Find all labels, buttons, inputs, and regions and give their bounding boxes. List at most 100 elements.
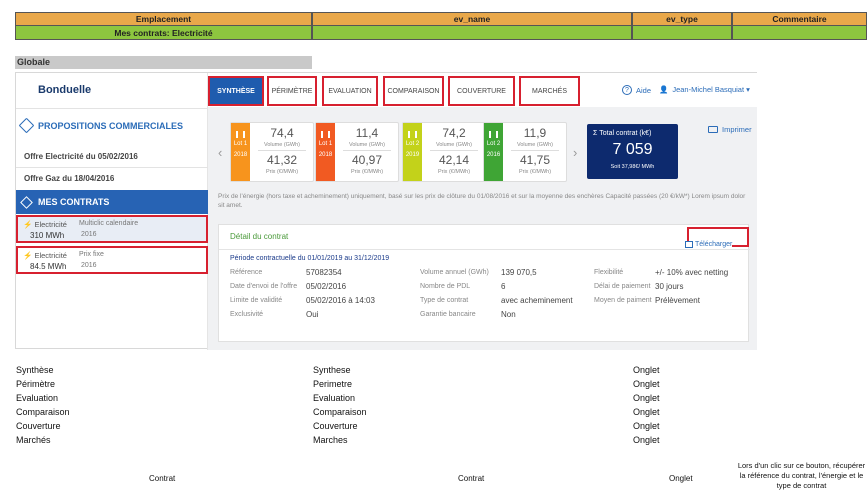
lot-card[interactable]: Lot 1 2018 74,4 Volume (GWh) 41,32 Prix … [230,122,314,182]
lot-price-unit: Prix (€/MWh) [437,169,471,175]
meter-icon [321,131,330,138]
synthese-content: ‹ › Lot 1 2018 74,4 Volume (GWh) 41,32 P… [208,107,757,350]
total-per-mwh: Soit 37,98€/ MWh [610,164,655,170]
detail-value: 57082354 [306,268,342,277]
printer-icon [708,126,718,133]
lot-volume: 11,4 [355,126,379,140]
header-ev-name: ev_name [312,12,632,26]
detail-key: Flexibilité [594,269,624,276]
detail-title: Détail du contrat [230,232,289,241]
detail-value: avec acheminement [501,296,573,305]
row-emplacement: Périmètre [16,379,56,389]
lot-card[interactable]: Lot 2 2016 11,9 Volume (GWh) 41,75 Prix … [483,122,567,182]
lot-price: 42,14 [438,153,470,167]
sheet-header: Emplacement ev_name ev_type Commentaire … [15,12,867,40]
lot-year: 2018 [233,152,248,158]
help-link[interactable]: ? Aide [622,85,651,95]
total-title: Σ Total contrat (k€) [593,130,652,137]
total-contract-card: Σ Total contrat (k€) 7 059 Soit 37,98€/ … [587,124,678,179]
chevron-right-icon[interactable]: › [573,145,577,160]
offer-gaz-link[interactable]: Offre Gaz du 18/04/2016 [24,174,114,183]
row-ev-name: Couverture [313,421,358,431]
contract-year: 2016 [81,262,97,269]
mes-contrats-header[interactable]: MES CONTRATS [16,190,208,214]
section-cell [632,26,732,40]
detail-key: Garantie bancaire [420,311,476,318]
lot-volume: 74,2 [442,126,466,140]
contract-volume: 84.5 MWh [30,262,67,271]
user-menu[interactable]: 👤 Jean-Michel Basquiat ▾ [659,85,750,94]
divider [16,108,208,109]
detail-key: Type de contrat [420,297,469,304]
detail-value: 139 070,5 [501,268,537,277]
divider [219,249,750,250]
section-cell [732,26,867,40]
mes-contrats-label: MES CONTRATS [38,197,110,207]
contract-type: ⚡ Electricité [23,220,67,229]
row-ev-name: Evaluation [313,393,356,403]
lot-number: Lot 1 [233,141,248,147]
section-cell [312,26,632,40]
lot-badge: Lot 1 2018 [231,123,250,181]
row-ev-type: Onglet [633,435,660,445]
contract-item[interactable]: ⚡ Electricité 84.5 MWh Prix fixe 2016 [16,246,208,274]
lot-price-unit: Prix (€/MWh) [350,169,384,175]
globale-label: Globale [15,56,312,69]
lot-volume-unit: Volume (GWh) [435,142,473,148]
download-button[interactable]: Télécharger [685,241,733,248]
brand-name[interactable]: Bonduelle [38,84,91,96]
detail-value: 05/02/2016 [306,282,347,291]
contract-year: 2016 [81,231,97,238]
contract-item[interactable]: ⚡ Electricité 310 MWh Multiclic calendai… [16,215,208,243]
offer-electricite-link[interactable]: Offre Electricité du 05/02/2016 [24,152,138,161]
row-ev-name: Contrat [458,474,485,483]
lot-price: 41,75 [519,153,551,167]
detail-value: 05/02/2016 à 14:03 [306,296,375,305]
tab-perimetre[interactable]: PÉRIMÈTRE [267,76,317,106]
row-ev-name: Marches [313,435,348,445]
propositions-header[interactable]: PROPOSITIONS COMMERCIALES [18,117,184,134]
header-emplacement: Emplacement [15,12,312,26]
tab-evaluation[interactable]: EVALUATION [322,76,378,106]
user-name: Jean-Michel Basquiat ▾ [672,85,750,94]
lot-year: 2016 [486,152,501,158]
propositions-label: PROPOSITIONS COMMERCIALES [38,120,184,131]
lot-volume-unit: Volume (GWh) [516,142,554,148]
chevron-left-icon[interactable]: ‹ [218,145,222,160]
download-label: Télécharger [695,241,733,248]
user-icon: 👤 [659,85,669,94]
cube-icon [18,117,35,134]
detail-key: Référence [230,269,263,276]
lot-badge: Lot 1 2018 [316,123,335,181]
meter-icon [489,131,498,138]
row-commentaire: Lors d'un clic sur ce bouton, récupérer … [737,461,866,490]
tab-comparaison[interactable]: COMPARAISON [383,76,444,106]
row-emplacement: Synthèse [16,365,54,375]
tab-couverture[interactable]: COUVERTURE [448,76,515,106]
section-label: Mes contrats: Electricité [15,26,312,40]
contract-name: Prix fixe [79,251,104,258]
sidebar: Bonduelle PROPOSITIONS COMMERCIALES Offr… [16,73,208,350]
detail-key: Délai de paiement [594,283,651,290]
row-ev-type: Onglet [633,393,660,403]
cube-icon [20,195,33,209]
lot-number: Lot 2 [486,141,501,147]
row-ev-type: Onglet [633,421,660,431]
sheet-section-row: Mes contrats: Electricité [15,26,867,40]
row-ev-type: Onglet [633,365,660,375]
row-emplacement: Couverture [16,421,61,431]
disclaimer-text: Prix de l'énergie (hors taxe et achemine… [218,193,746,209]
main-panel: SYNTHÈSE PÉRIMÈTRE EVALUATION COMPARAISO… [208,73,757,350]
detail-key: Limite de validité [230,297,283,304]
print-button[interactable]: Imprimer [708,125,752,134]
lot-badge: Lot 2 2019 [403,123,422,181]
lot-card[interactable]: Lot 2 2019 74,2 Volume (GWh) 42,14 Prix … [402,122,486,182]
detail-value: Prélèvement [655,296,700,305]
lot-card[interactable]: Lot 1 2018 11,4 Volume (GWh) 40,97 Prix … [315,122,399,182]
tab-synthese[interactable]: SYNTHÈSE [208,76,264,106]
contract-type: ⚡ Electricité [23,251,67,260]
tab-marches[interactable]: MARCHÉS [519,76,580,106]
contract-type-label: Electricité [34,220,67,229]
header-commentaire: Commentaire [732,12,867,26]
sheet-header-row: Emplacement ev_name ev_type Commentaire [15,12,867,26]
